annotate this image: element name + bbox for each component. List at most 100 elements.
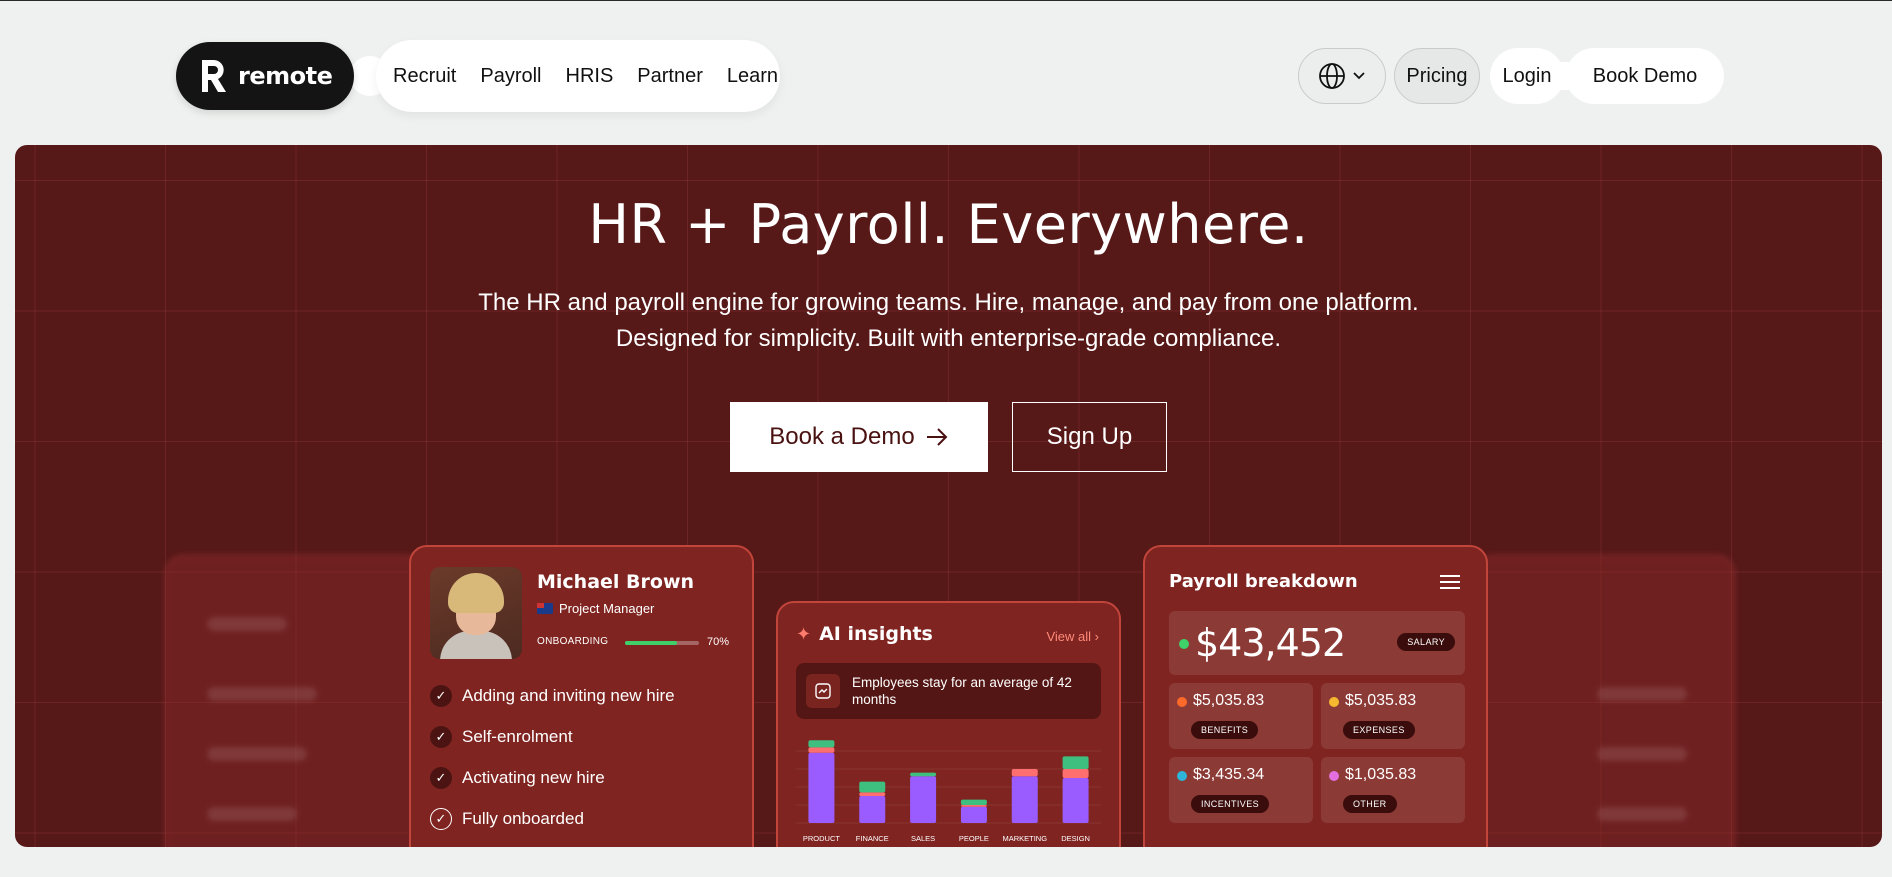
payroll-item-benefits: $5,035.83 BENEFITS — [1169, 683, 1313, 749]
ai-insights-title: AI insights — [819, 623, 933, 645]
check-circle-icon: ✓ — [430, 807, 452, 830]
book-a-demo-button[interactable]: Book a Demo — [730, 402, 988, 472]
logo-button[interactable]: remote — [176, 42, 354, 110]
bar-segment-finance — [859, 792, 886, 796]
ai-insights-card: ✦ AI insights View all › Employees stay … — [776, 601, 1121, 847]
onboarding-label: ONBOARDING — [537, 636, 609, 647]
onboarding-step: ✓ Activating new hire — [430, 757, 675, 798]
view-all-label: View all — [1046, 629, 1092, 644]
bar-segment-finance — [859, 796, 886, 823]
top-border — [0, 0, 1892, 1]
blurred-background-card — [1475, 555, 1735, 847]
category-label: MARKETING — [1002, 834, 1047, 843]
payroll-item-amount: $1,035.83 — [1345, 766, 1417, 783]
menu-icon[interactable] — [1440, 575, 1460, 589]
hero-subtitle-line-1: The HR and payroll engine for growing te… — [478, 289, 1419, 316]
payroll-breakdown-card: Payroll breakdown $43,452 SALARY $5,035.… — [1143, 545, 1488, 847]
nav-learn[interactable]: Learn — [727, 65, 778, 88]
hero-section: HR + Payroll. Everywhere. The HR and pay… — [15, 145, 1882, 847]
flag-icon — [537, 603, 553, 614]
salary-tag: SALARY — [1397, 633, 1455, 651]
check-icon: ✓ — [430, 725, 452, 748]
step-label: Adding and inviting new hire — [462, 685, 675, 705]
bar-segment-sales — [910, 772, 937, 777]
nav-hris[interactable]: HRIS — [566, 65, 614, 88]
payroll-item-amount: $5,035.83 — [1345, 692, 1417, 709]
nav-payroll[interactable]: Payroll — [480, 65, 541, 88]
category-label: FINANCE — [856, 834, 889, 843]
payroll-item-tag: OTHER — [1343, 795, 1397, 813]
nav-recruit[interactable]: Recruit — [393, 65, 456, 88]
bar-segment-people — [960, 805, 987, 807]
check-icon: ✓ — [430, 684, 452, 707]
avatar — [430, 567, 522, 659]
department-bar-chart: PRODUCT FINANCE SALES PEOPLE MARKETING DESIGN — [796, 740, 1101, 843]
ai-insight-note: Employees stay for an average of 42 mont… — [796, 663, 1101, 719]
login-button[interactable]: Login — [1490, 48, 1564, 104]
ai-insight-text: Employees stay for an average of 42 mont… — [852, 675, 1072, 707]
language-selector[interactable] — [1298, 48, 1386, 104]
onboarding-step: ✓ Self-enrolment — [430, 716, 675, 757]
payroll-item-tag: EXPENSES — [1343, 721, 1415, 739]
category-label: SALES — [911, 834, 935, 843]
payroll-item-expenses: $5,035.83 EXPENSES — [1321, 683, 1465, 749]
chevron-right-icon: › — [1094, 629, 1099, 644]
payroll-item-amount: $3,435.34 — [1193, 766, 1265, 783]
check-icon: ✓ — [430, 766, 452, 789]
hero-subtitle: The HR and payroll engine for growing te… — [15, 285, 1882, 357]
employee-name: Michael Brown — [537, 571, 695, 593]
sparkle-icon: ✦ — [796, 623, 812, 645]
logo-text: remote — [238, 62, 333, 90]
pricing-button[interactable]: Pricing — [1394, 48, 1480, 104]
bar-segment-product — [808, 747, 835, 753]
bar-segment-marketing — [1011, 776, 1038, 823]
onboarding-progress-bar — [625, 641, 699, 645]
salary-amount: $43,452 — [1195, 621, 1346, 665]
blurred-background-card — [165, 555, 425, 847]
payroll-item-other: $1,035.83 OTHER — [1321, 757, 1465, 823]
onboarding-progress-fill — [625, 641, 677, 645]
book-a-demo-label: Book a Demo — [769, 423, 915, 450]
bar-segment-people — [960, 799, 987, 805]
category-label: DESIGN — [1061, 834, 1090, 843]
bar-segment-product — [808, 752, 835, 823]
globe-icon — [1319, 63, 1345, 89]
step-label: Self-enrolment — [462, 726, 573, 746]
payroll-item-tag: INCENTIVES — [1191, 795, 1270, 813]
payroll-item-amount: $5,035.83 — [1193, 692, 1265, 709]
onboarding-card: Michael Brown Project Manager ONBOARDING… — [409, 545, 754, 847]
bar-segment-people — [960, 806, 987, 823]
salary-dot-icon — [1179, 639, 1189, 649]
nav-partner[interactable]: Partner — [637, 65, 703, 88]
hero-title: HR + Payroll. Everywhere. — [588, 193, 1309, 256]
bar-segment-product — [808, 740, 835, 748]
benefits-dot-icon — [1177, 697, 1187, 707]
book-demo-button[interactable]: Book Demo — [1566, 48, 1724, 104]
payroll-item-tag: BENEFITS — [1191, 721, 1259, 739]
step-label: Activating new hire — [462, 767, 605, 787]
hero-subtitle-line-2: Designed for simplicity. Built with ente… — [615, 325, 1282, 352]
employee-role: Project Manager — [537, 601, 654, 616]
main-nav: Recruit Payroll HRIS Partner Learn — [350, 40, 780, 112]
view-all-link[interactable]: View all › — [1046, 629, 1099, 644]
bar-segment-design — [1062, 778, 1089, 823]
onboarding-step: ✓ Adding and inviting new hire — [430, 675, 675, 716]
employee-role-label: Project Manager — [559, 601, 655, 616]
chevron-down-icon — [1353, 72, 1365, 80]
payroll-breakdown-title: Payroll breakdown — [1169, 571, 1358, 592]
bar-segment-design — [1062, 769, 1089, 778]
other-dot-icon — [1329, 771, 1339, 781]
bar-segment-marketing — [1011, 769, 1038, 777]
ai-insights-header: ✦ AI insights — [796, 623, 933, 645]
category-label: PRODUCT — [803, 834, 841, 843]
bar-segment-finance — [859, 781, 886, 793]
sign-up-button[interactable]: Sign Up — [1012, 402, 1167, 472]
category-label: PEOPLE — [959, 834, 989, 843]
arrow-right-icon — [926, 428, 948, 446]
remote-logo-icon — [202, 60, 226, 92]
incentives-dot-icon — [1177, 771, 1187, 781]
onboarding-step: ✓ Fully onboarded — [430, 798, 675, 839]
expenses-dot-icon — [1329, 697, 1339, 707]
salary-summary: $43,452 SALARY — [1169, 611, 1465, 675]
bar-segment-design — [1062, 756, 1089, 769]
